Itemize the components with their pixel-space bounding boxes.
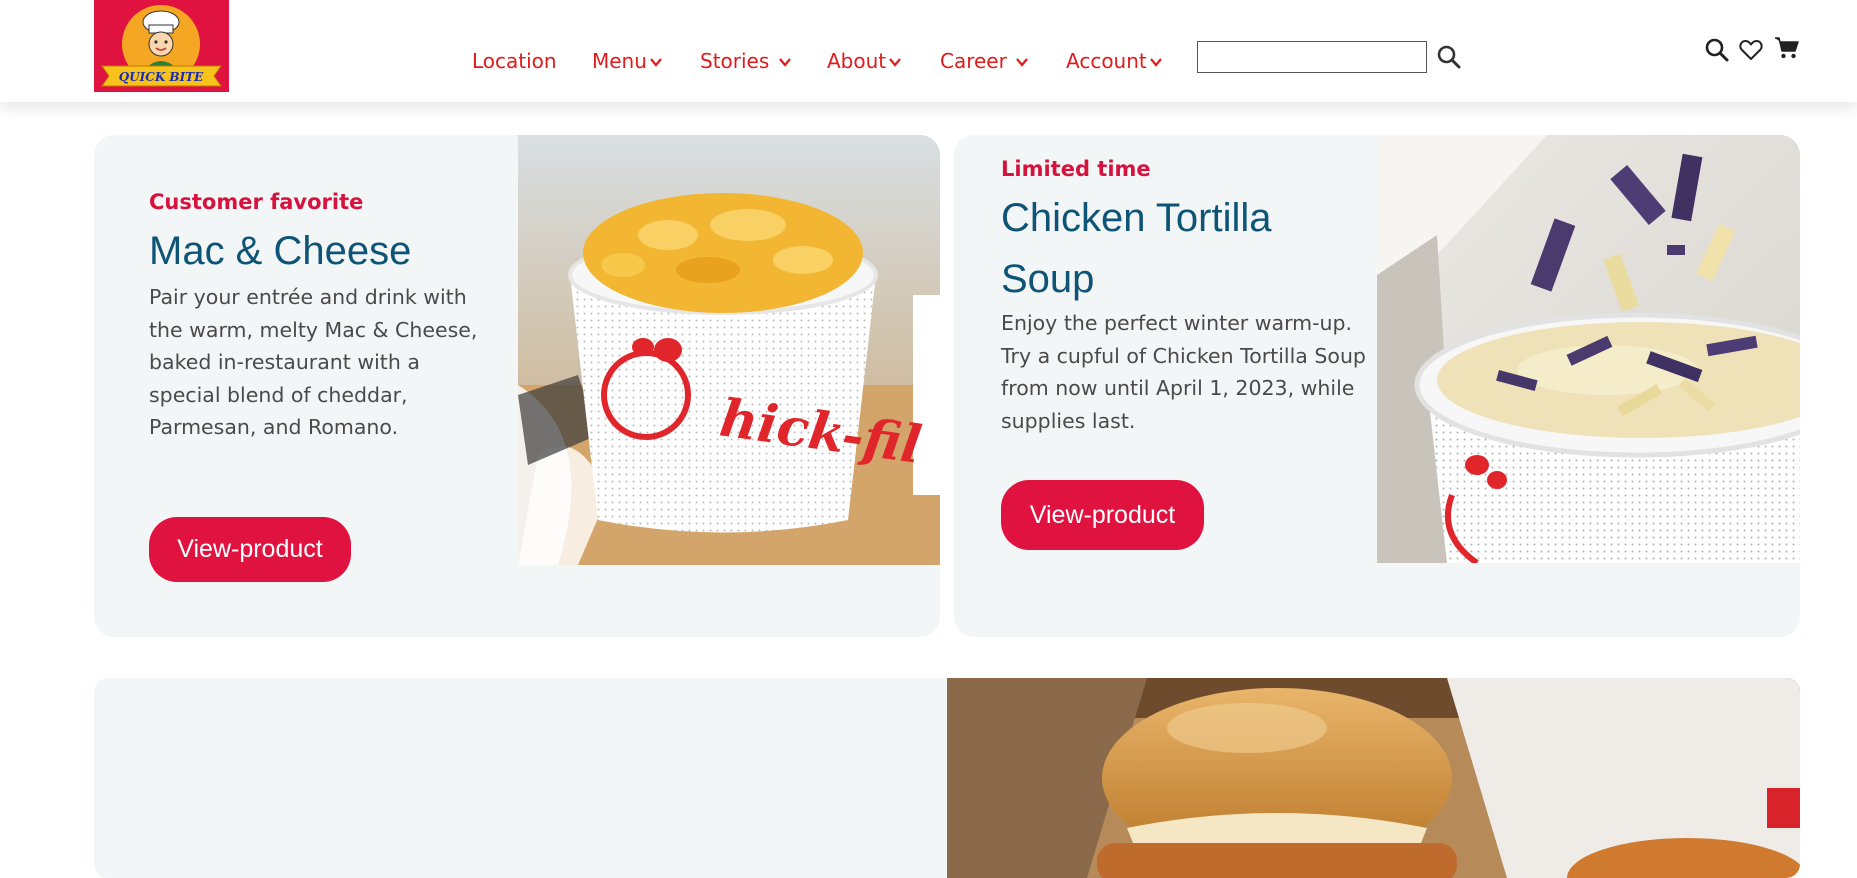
heart-icon[interactable] (1738, 37, 1764, 63)
chevron-down-icon (1016, 58, 1029, 67)
chevron-down-icon (778, 58, 791, 67)
cart-icon[interactable] (1774, 35, 1800, 61)
nav-label: About (827, 49, 887, 73)
product-card-sandwich (94, 678, 1800, 878)
nav-about[interactable]: About (827, 46, 902, 76)
search-input[interactable] (1197, 41, 1427, 73)
card-description: Pair your entrée and drink with the warm… (149, 285, 478, 439)
nav-label: Location (472, 49, 557, 73)
search-icon[interactable] (1436, 44, 1462, 70)
card-kicker: Limited time (1001, 157, 1151, 181)
product-card-tortilla-soup: Limited time Chicken Tortilla Soup Enjoy… (954, 135, 1800, 637)
card-title: Chicken Tortilla Soup (1001, 196, 1272, 301)
search-icon[interactable] (1704, 37, 1730, 63)
chevron-down-icon (1149, 58, 1162, 67)
nav-menu[interactable]: Menu (592, 46, 663, 76)
view-product-button[interactable]: View-product (1001, 480, 1204, 550)
nav-location[interactable]: Location (472, 46, 557, 76)
nav-account[interactable]: Account (1066, 46, 1163, 76)
quick-bite-logo[interactable]: QUICK BITE (94, 0, 229, 92)
card-kicker: Customer favorite (149, 190, 364, 214)
nav-label: Account (1066, 49, 1147, 73)
view-product-button[interactable]: View-product (149, 517, 351, 582)
chevron-down-icon (889, 58, 901, 67)
nav-career[interactable]: Career (940, 46, 1029, 76)
chevron-down-icon (650, 58, 662, 67)
nav-stories[interactable]: Stories (700, 46, 792, 76)
logo-text: QUICK BITE (119, 70, 204, 84)
nav-label: Career (940, 49, 1007, 73)
chicken-sandwich-image (947, 678, 1800, 878)
product-card-mac-cheese: Customer favorite Mac & Cheese Pair your… (94, 135, 940, 637)
site-header: QUICK BITE Location Menu Stories About C… (0, 0, 1857, 102)
nav-label: Stories (700, 49, 770, 73)
mac-cheese-image: hick-fil (518, 135, 940, 565)
tortilla-soup-image (1377, 135, 1800, 563)
card-title: Mac & Cheese (149, 229, 412, 273)
nav-label: Menu (592, 49, 647, 73)
card-description: Enjoy the perfect winter warm-up. Try a … (1001, 311, 1366, 433)
